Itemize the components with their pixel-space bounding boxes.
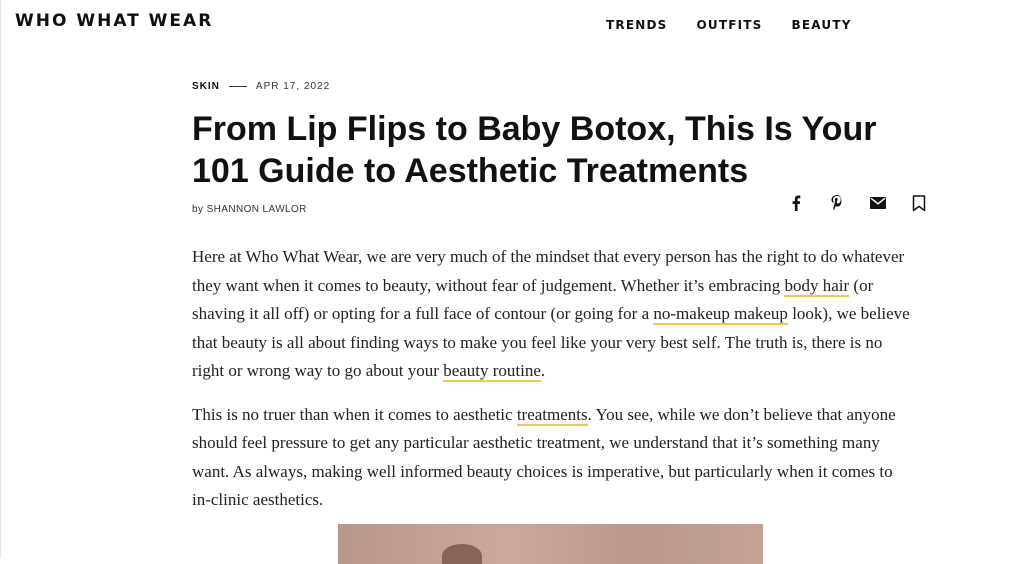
main-nav: TRENDS OUTFITS BEAUTY [606,18,852,32]
article-hero-image [338,524,763,564]
paragraph-2: This is no truer than when it comes to a… [192,404,896,509]
share-bar [786,193,929,213]
meta-divider [228,86,247,87]
link-body-hair[interactable]: body hair [784,275,850,297]
article-title: From Lip Flips to Baby Botox, This Is Yo… [192,110,877,190]
paragraph-1: Here at Who What Wear, we are very much … [192,247,910,382]
site-logo[interactable]: WHO WHAT WEAR [15,11,213,31]
byline-prefix: by [192,204,204,215]
pinterest-icon[interactable] [827,193,847,213]
article-body: Here at Who What Wear, we are very much … [192,243,914,530]
top-navigation-bar: WHO WHAT WEAR TRENDS OUTFITS BEAUTY [0,0,1024,52]
nav-item-beauty[interactable]: BEAUTY [792,18,852,32]
hero-image-detail [442,544,482,564]
link-no-makeup-makeup[interactable]: no-makeup makeup [653,304,788,325]
page-left-border [0,0,1,558]
link-treatments[interactable]: treatments [516,404,588,426]
author-name[interactable]: SHANNON LAWLOR [207,204,307,215]
mail-icon[interactable] [868,193,888,213]
publish-date: APR 17, 2022 [255,81,331,92]
nav-item-trends[interactable]: TRENDS [606,18,667,32]
article-meta: SKIN APR 17, 2022 [192,81,330,92]
byline: by SHANNON LAWLOR [192,204,307,215]
bookmark-icon[interactable] [909,193,929,213]
facebook-icon[interactable] [786,193,806,213]
link-beauty-routine[interactable]: beauty routine [443,361,541,382]
category-tag[interactable]: SKIN [192,81,220,92]
nav-item-outfits[interactable]: OUTFITS [696,18,762,32]
